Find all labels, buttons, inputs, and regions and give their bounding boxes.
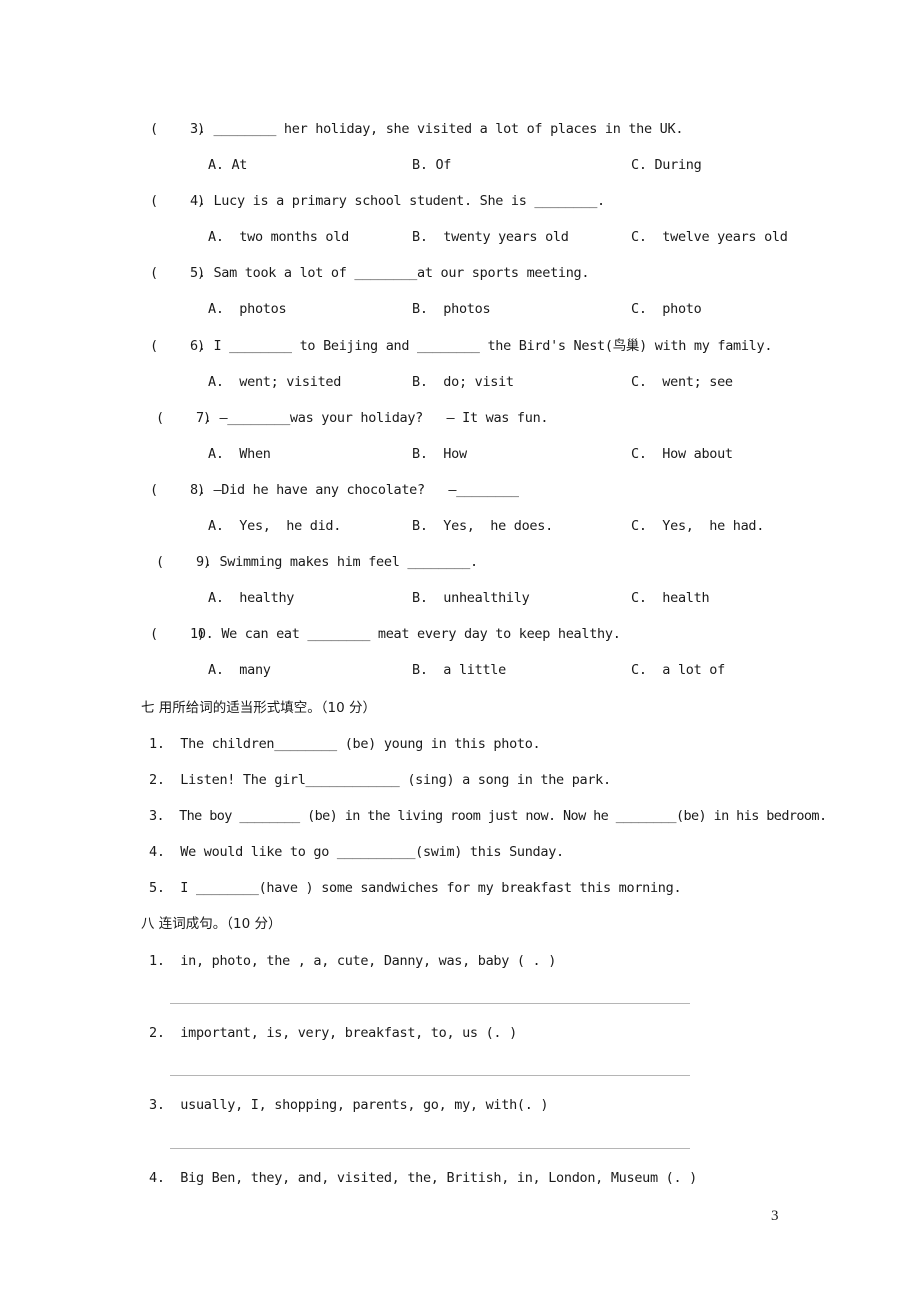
fill-blank-item-1: 1. The children________ (be) young in th…	[149, 736, 541, 752]
question-number: 5.	[190, 265, 206, 281]
section-7-title: 七 用所给词的适当形式填空。（10 分）	[141, 700, 377, 716]
question-number: 8.	[190, 482, 206, 498]
question-number: 3.	[190, 121, 206, 137]
question-stem: ________ her holiday, she visited a lot …	[213, 121, 684, 137]
option-c: C. went; see	[631, 374, 733, 390]
option-c: C. a lot of	[631, 662, 725, 678]
answer-bracket[interactable]: ( )	[150, 264, 205, 282]
option-c: C. Yes, he had.	[631, 518, 765, 534]
sentence-item-3: 3. usually, I, shopping, parents, go, my…	[149, 1097, 549, 1113]
answer-bracket[interactable]: ( )	[150, 625, 205, 643]
question-stem: Sam took a lot of ________at our sports …	[213, 265, 590, 281]
answer-line-2[interactable]	[170, 1075, 690, 1076]
answer-bracket[interactable]: ( )	[156, 553, 211, 571]
answer-bracket[interactable]: ( )	[150, 337, 205, 355]
answer-bracket[interactable]: ( )	[150, 481, 205, 499]
option-a: A. When	[208, 446, 271, 462]
question-row: ( )8. —Did he have any chocolate? —_____…	[150, 481, 519, 499]
question-stem: Lucy is a primary school student. She is…	[213, 193, 605, 209]
question-stem: Swimming makes him feel ________.	[219, 554, 478, 570]
fill-blank-item-2: 2. Listen! The girl____________ (sing) a…	[149, 772, 611, 788]
option-c: C. How about	[631, 446, 733, 462]
question-number: 7.	[196, 410, 212, 426]
option-a: A. healthy	[208, 590, 295, 606]
question-row: ( )4. Lucy is a primary school student. …	[150, 192, 605, 210]
option-b: B. unhealthily	[412, 590, 530, 606]
answer-line-1[interactable]	[170, 1003, 690, 1004]
answer-line-3[interactable]	[170, 1148, 690, 1149]
question-stem: We can eat ________ meat every day to ke…	[221, 626, 621, 642]
sentence-item-4: 4. Big Ben, they, and, visited, the, Bri…	[149, 1170, 697, 1186]
option-a: A. At	[208, 157, 248, 173]
option-c: C. During	[631, 157, 702, 173]
page-number: 3	[771, 1208, 779, 1224]
option-b: B. twenty years old	[412, 229, 569, 245]
option-a: A. photos	[208, 301, 287, 317]
question-row: ( )10. We can eat ________ meat every da…	[150, 625, 621, 643]
answer-bracket[interactable]: ( )	[156, 409, 211, 427]
option-b: B. Of	[412, 157, 452, 173]
question-stem: I ________ to Beijing and ________ the B…	[213, 338, 773, 354]
option-b: B. do; visit	[412, 374, 514, 390]
question-number: 10.	[190, 626, 214, 642]
option-a: A. many	[208, 662, 271, 678]
sentence-item-2: 2. important, is, very, breakfast, to, u…	[149, 1025, 517, 1041]
option-b: B. photos	[412, 301, 491, 317]
sentence-item-1: 1. in, photo, the , a, cute, Danny, was,…	[149, 953, 557, 969]
question-row: ( )7. —________was your holiday? — It wa…	[156, 409, 549, 427]
question-row: ( )6. I ________ to Beijing and ________…	[150, 337, 772, 355]
question-stem: —________was your holiday? — It was fun.	[219, 410, 549, 426]
answer-bracket[interactable]: ( )	[150, 192, 205, 210]
question-number: 4.	[190, 193, 206, 209]
option-a: A. Yes, he did.	[208, 518, 342, 534]
option-b: B. a little	[412, 662, 506, 678]
option-a: A. went; visited	[208, 374, 342, 390]
question-row: ( )3. ________ her holiday, she visited …	[150, 120, 683, 138]
option-c: C. twelve years old	[631, 229, 788, 245]
option-c: C. health	[631, 590, 710, 606]
question-number: 6.	[190, 338, 206, 354]
question-row: ( )5. Sam took a lot of ________at our s…	[150, 264, 590, 282]
fill-blank-item-3: 3. The boy ________ (be) in the living r…	[149, 808, 827, 824]
question-number: 9.	[196, 554, 212, 570]
option-b: B. How	[412, 446, 467, 462]
question-stem: —Did he have any chocolate? —________	[213, 482, 519, 498]
section-8-title: 八 连词成句。（10 分）	[141, 916, 282, 932]
answer-bracket[interactable]: ( )	[150, 120, 205, 138]
fill-blank-item-5: 5. I ________(have ) some sandwiches for…	[149, 880, 682, 896]
question-row: ( )9. Swimming makes him feel ________.	[156, 553, 478, 571]
option-b: B. Yes, he does.	[412, 518, 553, 534]
fill-blank-item-4: 4. We would like to go __________(swim) …	[149, 844, 564, 860]
option-c: C. photo	[631, 301, 702, 317]
option-a: A. two months old	[208, 229, 349, 245]
